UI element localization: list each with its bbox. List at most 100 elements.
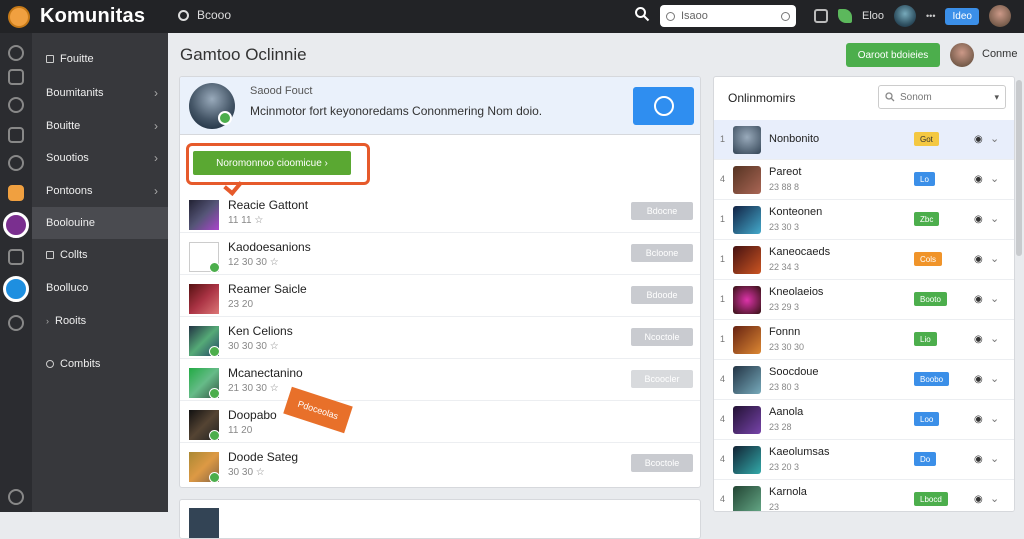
gamepad-icon[interactable]: ◉: [974, 334, 983, 345]
more-icon[interactable]: ⌄: [990, 132, 999, 145]
member-action-badge[interactable]: Lio: [914, 332, 937, 346]
member-row[interactable]: 1 Kneolaeios 23 29 3 Booto ◉ ⌄: [714, 280, 1014, 320]
gamepad-icon[interactable]: ◉: [974, 254, 983, 265]
more-icon[interactable]: ⌄: [990, 412, 999, 425]
game-button[interactable]: Bcoctole: [631, 454, 693, 472]
scrollbar[interactable]: [1016, 80, 1022, 256]
member-row[interactable]: 4 Kaeolumsas 23 20 3 Do ◉ ⌄: [714, 440, 1014, 480]
game-row[interactable]: Doode Sateg 30 30 ☆ Bcoctole: [180, 443, 700, 485]
primary-button[interactable]: Oaroot bdoieies: [846, 43, 940, 67]
square-icon[interactable]: [8, 69, 24, 85]
member-action-badge[interactable]: Got: [914, 132, 939, 146]
brand[interactable]: Komunitas: [8, 5, 145, 28]
member-row[interactable]: 4 Karnola 23 Lbocd ◉ ⌄: [714, 480, 1014, 511]
chevron-down-icon[interactable]: ▾: [994, 92, 999, 103]
sidebar-item[interactable]: Boumitanits ›: [32, 77, 168, 109]
clear-icon[interactable]: [781, 11, 790, 21]
chat-icon[interactable]: [3, 276, 29, 302]
avatar[interactable]: [894, 5, 917, 27]
game-row[interactable]: Kaodoesanions 12 30 30 ☆ Bcloone: [180, 233, 700, 275]
settings-icon[interactable]: [8, 315, 24, 331]
sidebar-item[interactable]: Boolluco: [32, 272, 168, 304]
main-content: Gamtoo Oclinnie Oaroot bdoieies Conme Sa…: [168, 33, 1024, 539]
more-icon[interactable]: ⌄: [990, 212, 999, 225]
star-icon[interactable]: [8, 185, 24, 201]
gamepad-icon[interactable]: ◉: [974, 414, 983, 425]
member-action-badge[interactable]: Do: [914, 452, 937, 466]
list-icon[interactable]: [8, 97, 24, 113]
user-avatar[interactable]: [950, 43, 974, 67]
sidebar-item[interactable]: Collts: [32, 239, 168, 271]
member-row[interactable]: 4 Aanola 23 28 Loo ◉ ⌄: [714, 400, 1014, 440]
member-action-badge[interactable]: Lo: [914, 172, 935, 186]
gamepad-icon[interactable]: ◉: [974, 374, 983, 385]
leaf-icon[interactable]: [838, 9, 852, 23]
member-action-badge[interactable]: Zbc: [914, 212, 940, 226]
gamepad-icon[interactable]: ◉: [974, 294, 983, 305]
more-icon[interactable]: ⌄: [990, 452, 999, 465]
gamepad-icon[interactable]: ◉: [974, 214, 983, 225]
profile-avatar[interactable]: [988, 5, 1011, 27]
game-row[interactable]: Doopabo 11 20 Pdoceolas: [180, 386, 700, 443]
more-icon[interactable]: ⌄: [990, 252, 999, 265]
topbar-left-link[interactable]: Bcooo: [178, 8, 231, 22]
community-icon[interactable]: [3, 212, 29, 238]
gamepad-icon[interactable]: ◉: [974, 174, 983, 185]
topbar-action-button[interactable]: Ideo: [945, 7, 979, 25]
member-row[interactable]: 4 Pareot 23 88 8 Lo ◉ ⌄: [714, 160, 1014, 200]
member-row[interactable]: 4 Soocdoue 23 80 3 Boobo ◉ ⌄: [714, 360, 1014, 400]
notification-icon[interactable]: [814, 9, 828, 23]
gear-icon[interactable]: [8, 489, 24, 505]
building-icon[interactable]: [8, 127, 24, 143]
game-row[interactable]: Reacie Gattont 11 11 ☆ Bdocne: [180, 191, 700, 233]
game-button[interactable]: Bcoocler: [631, 370, 693, 388]
more-icon[interactable]: ⌄: [990, 172, 999, 185]
composer-text[interactable]: Mcinmotor fort keyonoredams Cononmering …: [250, 104, 542, 118]
member-rank: 4: [720, 454, 726, 464]
member-action-badge[interactable]: Lbocd: [914, 492, 948, 506]
game-button[interactable]: Bdocne: [631, 202, 693, 220]
sidebar-item[interactable]: Souotios ›: [32, 142, 168, 174]
game-button[interactable]: Bcloone: [631, 244, 693, 262]
game-row[interactable]: Mcanectanino 21 30 30 ☆ Bcoocler: [180, 359, 700, 401]
globe-icon[interactable]: [8, 45, 24, 61]
controller-icon[interactable]: [8, 155, 24, 171]
gamepad-icon[interactable]: ◉: [974, 134, 983, 145]
sidebar-item[interactable]: › Rooits: [32, 305, 168, 337]
member-action-badge[interactable]: Booto: [914, 292, 947, 306]
member-action-badge[interactable]: Cols: [914, 252, 943, 266]
sidebar-item[interactable]: Fouitte: [32, 43, 168, 75]
member-row[interactable]: 1 Nonbonito Got ◉ ⌄: [714, 120, 1014, 160]
game-button[interactable]: Bdoode: [631, 286, 693, 304]
sidebar-item[interactable]: Combits: [32, 348, 168, 380]
online-search-input[interactable]: Sonom ▾: [878, 85, 1006, 109]
more-icon[interactable]: ⌄: [990, 372, 999, 385]
game-title: Doode Sateg: [228, 450, 299, 464]
sidebar-item[interactable]: Bouitte ›: [32, 110, 168, 142]
game-row[interactable]: Ken Celions 30 30 30 ☆ Ncoctole: [180, 317, 700, 359]
game-row[interactable]: Reamer Saicle 23 20 Bdoode: [180, 275, 700, 317]
composer-action-button[interactable]: [633, 87, 694, 125]
game-button[interactable]: Ncoctole: [631, 328, 693, 346]
user-name[interactable]: Conme: [982, 48, 1017, 60]
sidebar-item[interactable]: Pontoons ›: [32, 175, 168, 207]
member-action-badge[interactable]: Boobo: [914, 372, 950, 386]
more-icon[interactable]: ⌄: [990, 292, 999, 305]
member-row[interactable]: 1 Konteonen 23 30 3 Zbc ◉ ⌄: [714, 200, 1014, 240]
chevron-right-icon: ›: [154, 86, 158, 100]
topbar-right-label[interactable]: Eloo: [862, 10, 884, 22]
member-row[interactable]: 1 Kaneocaeds 22 34 3 Cols ◉ ⌄: [714, 240, 1014, 280]
sidebar-item-active[interactable]: Boolouine: [32, 207, 168, 239]
book-icon[interactable]: [8, 249, 24, 265]
dots-icon[interactable]: •••: [926, 11, 935, 21]
gamepad-icon[interactable]: ◉: [974, 494, 983, 505]
search-icon[interactable]: [634, 6, 650, 22]
more-icon[interactable]: ⌄: [990, 332, 999, 345]
member-row[interactable]: 1 Fonnn 23 30 30 Lio ◉ ⌄: [714, 320, 1014, 360]
member-action-badge[interactable]: Loo: [914, 412, 940, 426]
search-input[interactable]: Isaoo: [660, 5, 796, 27]
more-icon[interactable]: ⌄: [990, 492, 999, 505]
square-icon: [46, 55, 54, 63]
gamepad-icon[interactable]: ◉: [974, 454, 983, 465]
join-button[interactable]: Noromonnoo cioomicue ›: [193, 151, 351, 175]
